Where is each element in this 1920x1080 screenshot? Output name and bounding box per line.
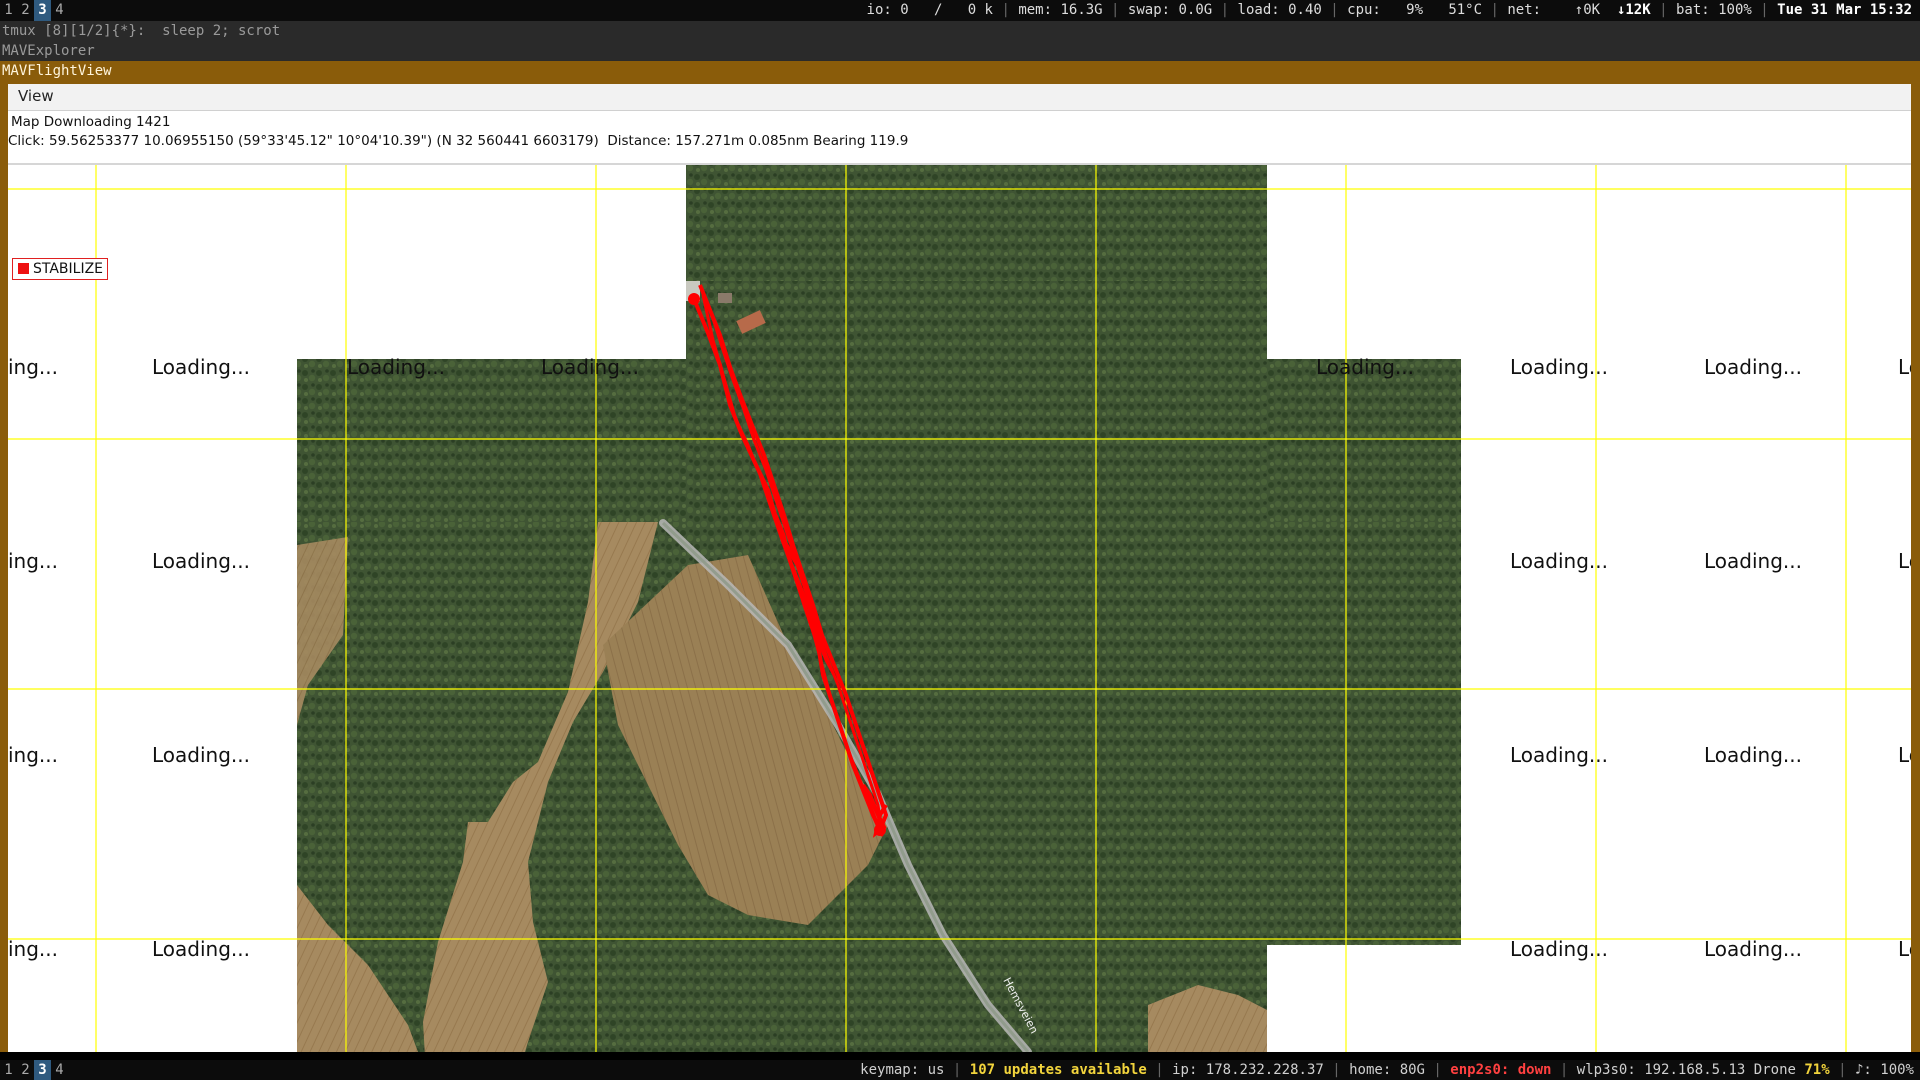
clock: Tue 31 Mar 15:32 bbox=[1777, 2, 1912, 18]
tile-loading-partial: ing... bbox=[8, 549, 58, 573]
tile-loading: Loading... bbox=[1510, 549, 1608, 573]
mem-stat: mem: 16.3G bbox=[1018, 2, 1103, 18]
top-status-bar: 1 2 3 4 io: 0 / 0 k | mem: 16.3G | swap:… bbox=[0, 0, 1920, 21]
tile-loading-partial: Lo bbox=[1898, 743, 1911, 767]
workspace-4-button[interactable]: 4 bbox=[51, 0, 68, 21]
workspace-2-button[interactable]: 2 bbox=[17, 0, 34, 21]
tile-loading-partial: ing... bbox=[8, 937, 58, 961]
wifi-ssid: Drone bbox=[1753, 1062, 1796, 1078]
tile-loading: Loading... bbox=[152, 743, 250, 767]
mavflightview-window: View Map Downloading 1421 Click: 59.5625… bbox=[0, 82, 1920, 1052]
satellite-imagery: Hemsveien bbox=[297, 165, 1461, 1052]
io-value: 0 k bbox=[967, 2, 993, 18]
map-view[interactable]: Hemsveien ing... Loading... Loading... L… bbox=[8, 165, 1911, 1052]
cpu-label: cpu: bbox=[1347, 2, 1381, 18]
io-label: io: 0 bbox=[866, 2, 909, 18]
keymap-stat: keymap: us bbox=[860, 1062, 945, 1078]
click-info: Click: 59.56253377 10.06955150 (59°33'45… bbox=[8, 133, 909, 149]
tile-loading-partial: ing... bbox=[8, 743, 58, 767]
tile-loading-partial: ing... bbox=[8, 355, 58, 379]
system-stats: io: 0 / 0 k | mem: 16.3G | swap: 0.0G | … bbox=[866, 2, 1912, 18]
bottom-status-bar: 1 2 3 4 keymap: us | 107 updates availab… bbox=[0, 1060, 1920, 1080]
tile-loading: Loading... bbox=[1316, 355, 1414, 379]
tile-loading: Loading... bbox=[1704, 355, 1802, 379]
tile-loading: Loading... bbox=[347, 355, 445, 379]
unloaded-tiles bbox=[1267, 945, 1461, 1052]
tile-loading: Loading... bbox=[1704, 549, 1802, 573]
home-disk-stat: home: 80G bbox=[1349, 1062, 1425, 1078]
tile-loading-partial: Lo bbox=[1898, 549, 1911, 573]
wifi-stat: wlp3s0: 192.168.5.13 bbox=[1576, 1062, 1746, 1078]
bottom-stats: keymap: us | 107 updates available | ip:… bbox=[860, 1062, 1914, 1078]
tile-loading: Loading... bbox=[1510, 355, 1608, 379]
load-stat: load: 0.40 bbox=[1237, 2, 1322, 18]
swap-stat: swap: 0.0G bbox=[1127, 2, 1213, 18]
mode-color-swatch bbox=[18, 263, 29, 274]
io-slash: / bbox=[933, 2, 943, 18]
flight-mode-label: STABILIZE bbox=[33, 261, 104, 277]
net-down: ↓12K bbox=[1616, 2, 1651, 18]
download-status: Map Downloading 1421 bbox=[11, 114, 171, 130]
ip-stat: ip: 178.232.228.37 bbox=[1172, 1062, 1324, 1078]
workspace-3-button[interactable]: 3 bbox=[34, 0, 51, 21]
battery-stat: bat: 100% bbox=[1675, 2, 1752, 18]
net-up: ↑0K bbox=[1574, 2, 1601, 18]
wifi-signal: 71% bbox=[1804, 1062, 1830, 1078]
tile-loading: Loading... bbox=[1510, 937, 1608, 961]
workspace-1-button[interactable]: 1 bbox=[0, 0, 17, 21]
menu-bar: View bbox=[8, 84, 1911, 111]
tile-loading-partial: Lo bbox=[1898, 937, 1911, 961]
tile-loading: Loading... bbox=[541, 355, 639, 379]
workspace-4-button[interactable]: 4 bbox=[51, 1060, 68, 1080]
net-label: net: bbox=[1507, 2, 1542, 18]
ethernet-stat: enp2s0: down bbox=[1450, 1062, 1552, 1078]
tile-loading: Loading... bbox=[1510, 743, 1608, 767]
workspace-1-button[interactable]: 1 bbox=[0, 1060, 17, 1080]
view-menu[interactable]: View bbox=[15, 87, 57, 105]
flight-mode-legend[interactable]: STABILIZE bbox=[12, 258, 109, 280]
cpu-pct: 9% bbox=[1406, 2, 1424, 18]
tile-loading: Loading... bbox=[1704, 937, 1802, 961]
cpu-temp: 51°C bbox=[1448, 2, 1483, 18]
workspace-3-button[interactable]: 3 bbox=[34, 1060, 51, 1080]
window-title-bar[interactable]: MAVFlightView bbox=[0, 61, 1920, 82]
workspace-2-button[interactable]: 2 bbox=[17, 1060, 34, 1080]
map-canvas[interactable]: Hemsveien bbox=[8, 165, 1911, 1052]
info-panel: Map Downloading 1421 Click: 59.56253377 … bbox=[8, 111, 1911, 165]
tile-loading: Loading... bbox=[152, 937, 250, 961]
tile-loading: Loading... bbox=[152, 549, 250, 573]
tile-loading-partial: Lo bbox=[1898, 355, 1911, 379]
updates-stat[interactable]: 107 updates available bbox=[970, 1062, 1147, 1078]
mavexplorer-window-title[interactable]: MAVExplorer bbox=[0, 41, 1920, 61]
tmux-status-line: tmux [8][1/2]{*}: sleep 2; scrot bbox=[0, 21, 1920, 41]
tile-loading: Loading... bbox=[1704, 743, 1802, 767]
tile-loading: Loading... bbox=[152, 355, 250, 379]
volume-stat: ♪: 100% bbox=[1854, 1062, 1914, 1078]
